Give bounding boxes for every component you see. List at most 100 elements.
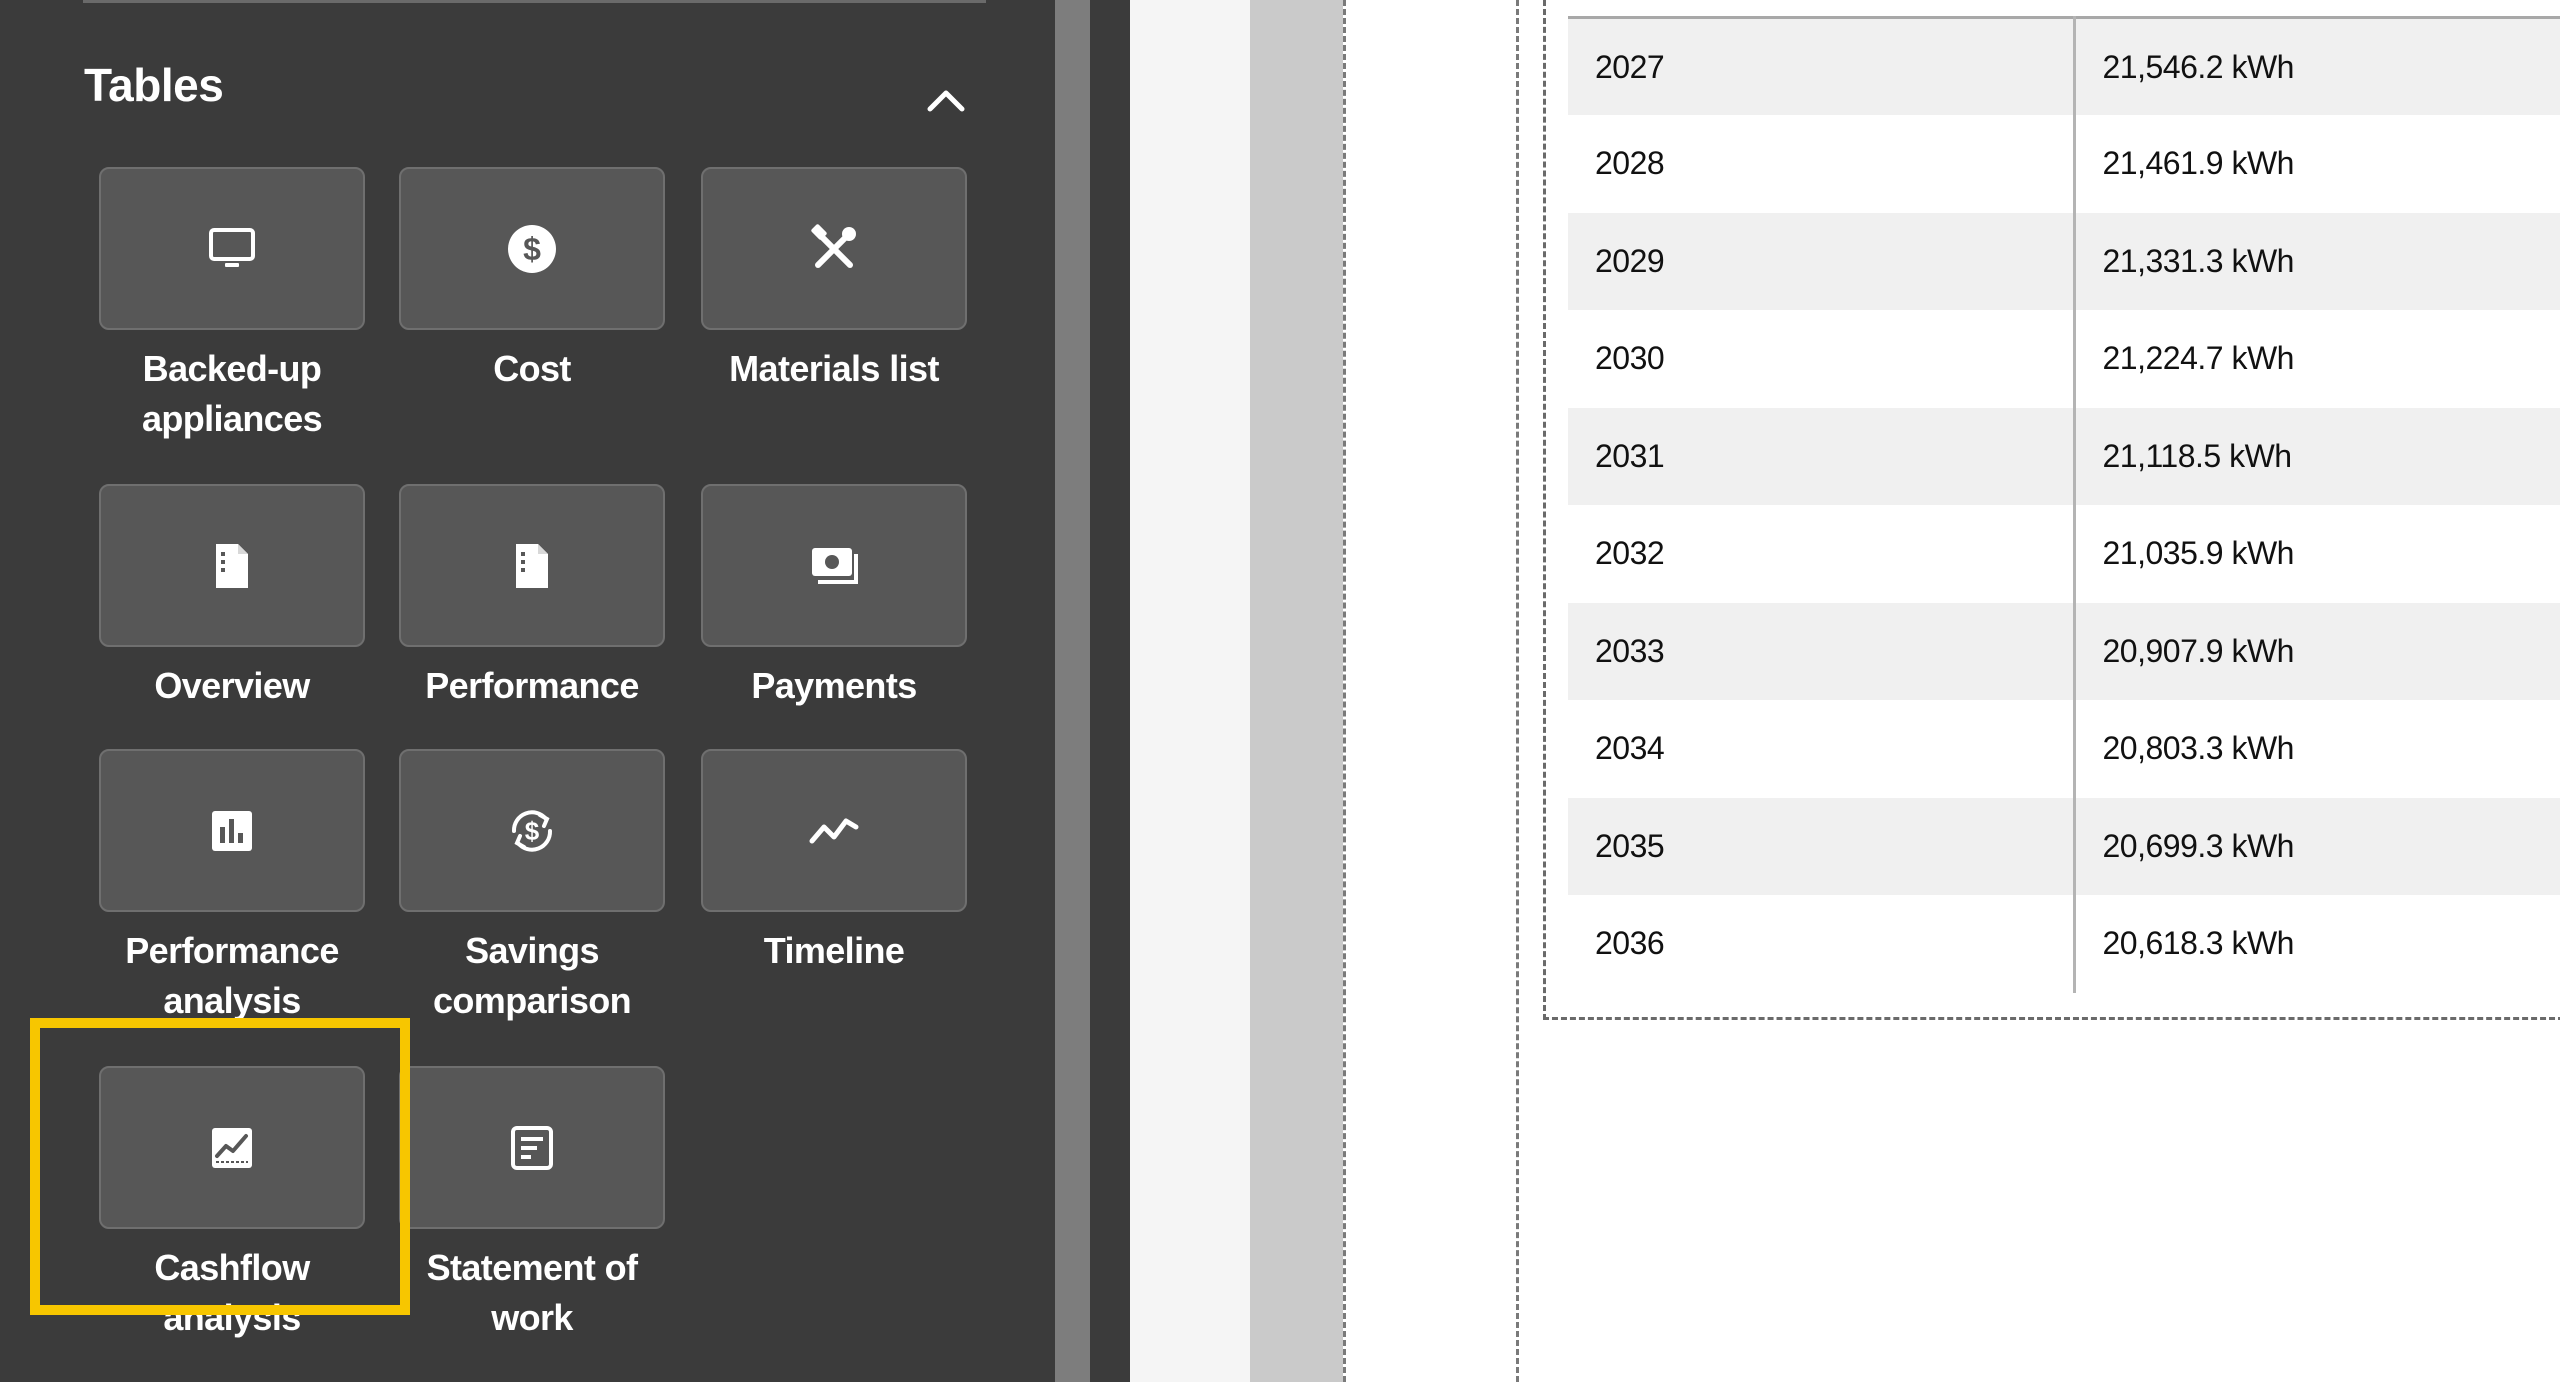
collapse-section-button[interactable] [922, 80, 970, 120]
tile-performance-analysis[interactable]: Performance analysis [99, 749, 369, 1026]
tile-label: Overview [97, 661, 367, 711]
tile-cost-box[interactable]: $ [399, 167, 665, 330]
section-title: Tables [84, 59, 224, 111]
tile-label-line-1: Performance [425, 665, 639, 706]
tile-label-line-2: comparison [432, 980, 632, 1021]
table-row: 2033 20,907.9 kWh [1568, 602, 2560, 700]
energy-table: 2027 21,546.2 kWh 2028 21,461.9 kWh 2029… [1568, 16, 2560, 993]
statement-icon [511, 1125, 553, 1170]
tile-label-line-1: Timeline [763, 930, 905, 971]
value-cell: 21,118.5 kWh [2074, 407, 2560, 505]
value-cell: 21,546.2 kWh [2074, 17, 2560, 115]
value-cell: 20,907.9 kWh [2074, 602, 2560, 700]
table-row: 2027 21,546.2 kWh [1568, 17, 2560, 115]
area-chart-icon [212, 1127, 252, 1168]
year-cell: 2034 [1568, 700, 2076, 798]
sidebar-panel: Tables Backed-up appliances $ Cost Mater… [0, 0, 1055, 1382]
dollar-circle-icon: $ [508, 224, 556, 273]
table-row: 2029 21,331.3 kWh [1568, 212, 2560, 310]
tile-performance[interactable]: Performance [399, 484, 669, 711]
year-cell: 2032 [1568, 505, 2076, 603]
top-divider [83, 0, 986, 3]
tile-cashflow-analysis[interactable]: Cashflow analysis [99, 1066, 369, 1343]
tile-label-line-2: work [491, 1297, 573, 1338]
panel-gap [1090, 0, 1130, 1382]
year-cell: 2031 [1568, 407, 2076, 505]
bar-chart-icon [212, 810, 252, 851]
table-row: 2030 21,224.7 kWh [1568, 310, 2560, 408]
value-cell: 21,461.9 kWh [2074, 115, 2560, 213]
tile-label: Statement of work [397, 1243, 667, 1343]
year-cell: 2033 [1568, 602, 2076, 700]
table-row: 2034 20,803.3 kWh [1568, 700, 2560, 798]
tile-label-line-2: appliances [141, 398, 323, 439]
tile-label: Materials list [699, 344, 969, 394]
tile-savings-comparison-box[interactable]: $ [399, 749, 665, 912]
sidebar-scrollbar[interactable] [1055, 0, 1090, 1382]
tile-payments[interactable]: Payments [701, 484, 971, 711]
tile-label: Savings comparison [397, 926, 667, 1026]
tile-label-line-1: Payments [751, 665, 917, 706]
year-cell: 2035 [1568, 797, 2076, 895]
year-cell: 2027 [1568, 17, 2076, 115]
tile-label-line-1: Overview [154, 665, 310, 706]
page-guide-line [1516, 0, 1519, 1382]
svg-text:$: $ [523, 231, 541, 267]
document-icon [216, 543, 248, 588]
dollar-cycle-icon: $ [511, 809, 553, 852]
tile-label-line-1: Performance [125, 930, 339, 971]
year-cell: 2029 [1568, 212, 2076, 310]
value-cell: 21,331.3 kWh [2074, 212, 2560, 310]
canvas-margin-band [1250, 0, 1343, 1382]
tile-label-line-1: Savings [465, 930, 599, 971]
value-cell: 21,035.9 kWh [2074, 505, 2560, 603]
tile-label: Performance analysis [97, 926, 367, 1026]
tile-materials-list[interactable]: Materials list [701, 167, 971, 394]
tile-timeline-box[interactable] [701, 749, 967, 912]
document-icon [516, 543, 548, 588]
tile-performance-box[interactable] [399, 484, 665, 647]
tile-overview-box[interactable] [99, 484, 365, 647]
tile-label-line-1: Materials list [729, 348, 939, 389]
tile-performance-analysis-box[interactable] [99, 749, 365, 912]
table-row: 2035 20,699.3 kWh [1568, 797, 2560, 895]
table-row: 2036 20,618.3 kWh [1568, 895, 2560, 993]
tile-label-line-1: Statement of [426, 1247, 638, 1288]
tile-payments-box[interactable] [701, 484, 967, 647]
svg-text:$: $ [525, 816, 540, 846]
table-row: 2031 21,118.5 kWh [1568, 407, 2560, 505]
tile-label: Timeline [699, 926, 969, 976]
value-cell: 21,224.7 kWh [2074, 310, 2560, 408]
tile-label-line-1: Cost [493, 348, 571, 389]
tile-statement-of-work-box[interactable] [399, 1066, 665, 1229]
tile-label: Performance [397, 661, 667, 711]
tile-overview[interactable]: Overview [99, 484, 369, 711]
tile-label: Payments [699, 661, 969, 711]
trend-line-icon [809, 818, 859, 843]
tile-cost[interactable]: $ Cost [399, 167, 669, 394]
tile-timeline[interactable]: Timeline [701, 749, 971, 976]
tile-backed-up-appliances-box[interactable] [99, 167, 365, 330]
table-row: 2032 21,035.9 kWh [1568, 505, 2560, 603]
cash-icon [812, 547, 858, 584]
value-cell: 20,699.3 kWh [2074, 797, 2560, 895]
year-cell: 2028 [1568, 115, 2076, 213]
tile-cashflow-analysis-box[interactable] [99, 1066, 365, 1229]
chevron-up-icon [927, 90, 965, 112]
year-cell: 2030 [1568, 310, 2076, 408]
tile-savings-comparison[interactable]: $ Savings comparison [399, 749, 669, 1026]
tile-materials-list-box[interactable] [701, 167, 967, 330]
tile-label: Cost [397, 344, 667, 394]
tools-icon [811, 223, 856, 268]
value-cell: 20,803.3 kWh [2074, 700, 2560, 798]
tile-label: Cashflow analysis [97, 1243, 367, 1343]
tile-label-line-2: analysis [163, 980, 301, 1021]
year-cell: 2036 [1568, 895, 2076, 993]
value-cell: 20,618.3 kWh [2074, 895, 2560, 993]
table-row: 2028 21,461.9 kWh [1568, 115, 2560, 213]
tile-label-line-1: Cashflow analysis [154, 1247, 310, 1338]
tile-label-line-1: Backed-up [142, 348, 322, 389]
tile-backed-up-appliances[interactable]: Backed-up appliances [99, 167, 369, 444]
monitor-icon [209, 227, 255, 267]
tile-statement-of-work[interactable]: Statement of work [399, 1066, 669, 1343]
